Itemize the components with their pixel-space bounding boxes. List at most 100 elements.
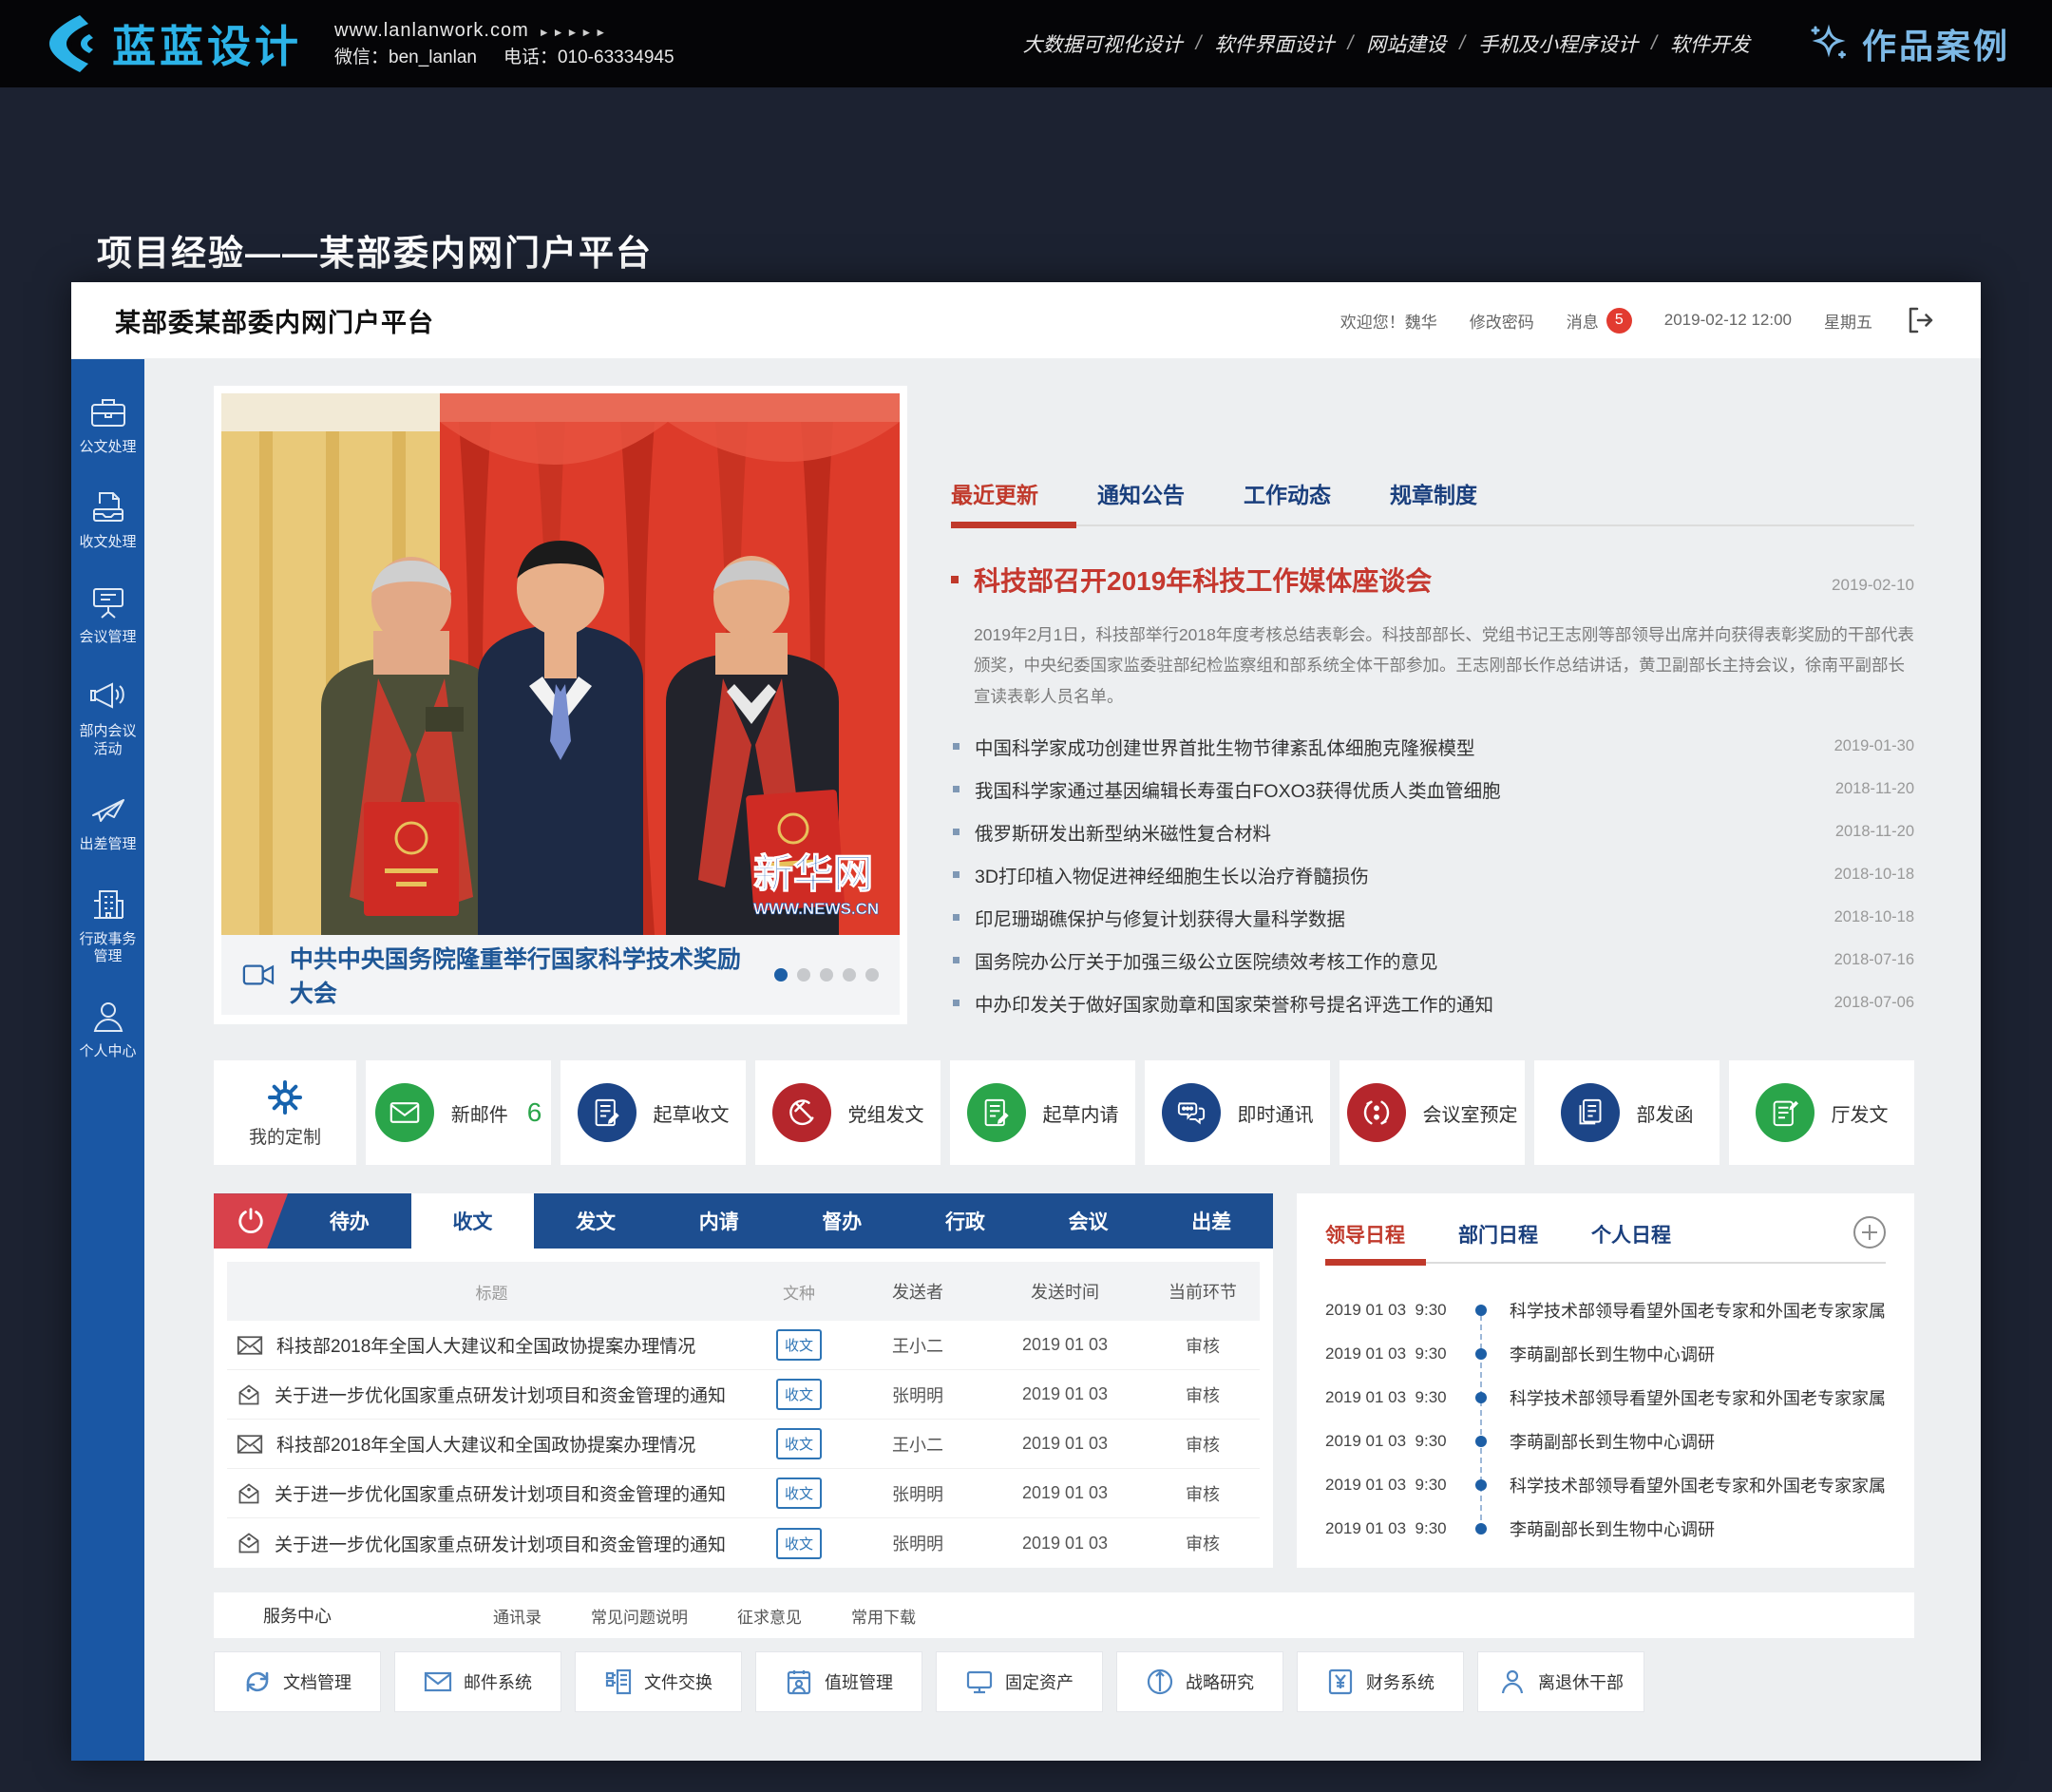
news-item-title[interactable]: 中办印发关于做好国家勋章和国家荣誉称号提名评选工作的通知 [975,989,1493,1017]
app-file-exchange[interactable]: 文件交换 [575,1651,742,1712]
carousel-dot[interactable] [820,968,833,982]
worktable-tab-supervision[interactable]: 督办 [781,1193,904,1249]
row-title[interactable]: 关于进一步优化国家重点研发计划项目和资金管理的通知 [275,1531,726,1556]
news-list-item[interactable]: 国务院办公厅关于加强三级公立医院绩效考核工作的意见 2018-07-16 [951,939,1914,982]
news-item-title[interactable]: 印尼珊瑚礁保护与修复计划获得大量科学数据 [975,904,1345,931]
nav-item-software-ui[interactable]: 软件界面设计 [1214,29,1334,58]
schedule-text[interactable]: 李萌副部长到生物中心调研 [1510,1429,1715,1454]
logout-icon[interactable] [1905,304,1937,336]
schedule-text[interactable]: 科学技术部领导看望外国老专家和外国老专家家属 [1510,1298,1886,1323]
worktable-row[interactable]: 关于进一步优化国家重点研发计划项目和资金管理的通知 收文 张明明 2019 01… [227,1370,1260,1420]
sidebar-item-internal-meetings[interactable]: 部内会议活动 [71,677,144,759]
news-list-item[interactable]: 印尼珊瑚礁保护与修复计划获得大量科学数据 2018-10-18 [951,896,1914,939]
sidebar-item-incoming-processing[interactable]: 收文处理 [71,488,144,552]
row-title[interactable]: 关于进一步优化国家重点研发计划项目和资金管理的通知 [275,1480,726,1506]
schedule-item[interactable]: 2019 01 03 9:30 李萌副部长到生物中心调研 [1325,1507,1886,1551]
carousel-dot[interactable] [797,968,810,982]
sidebar-item-admin-affairs[interactable]: 行政事务管理 [71,886,144,967]
nav-item-bigdata[interactable]: 大数据可视化设计 [1023,29,1183,58]
app-fixed-assets[interactable]: 固定资产 [936,1651,1103,1712]
app-finance-system[interactable]: 财务系统 [1297,1651,1464,1712]
portfolio-link[interactable]: 作品案例 [1807,19,2010,68]
link-feedback[interactable]: 征求意见 [737,1604,802,1628]
news-list-item[interactable]: 3D打印植入物促进神经细胞生长以治疗脊髓损伤 2018-10-18 [951,853,1914,896]
schedule-text[interactable]: 李萌副部长到生物中心调研 [1510,1342,1715,1366]
site-logo[interactable]: 蓝蓝设计 [42,12,302,75]
featured-article[interactable]: 科技部召开2019年科技工作媒体座谈会 2019-02-10 [951,561,1914,599]
news-item-title[interactable]: 我国科学家通过基因编辑长寿蛋白FOXO3获得优质人类血管细胞 [975,775,1501,803]
quick-action-draft-incoming[interactable]: 起草收文 [560,1060,746,1165]
tab-personal-schedule[interactable]: 个人日程 [1591,1220,1671,1249]
site-url[interactable]: www.lanlanwork.com [334,20,529,41]
quick-action-meeting-room-booking[interactable]: 会议室预定 [1340,1060,1525,1165]
app-retired-cadres[interactable]: 离退休干部 [1477,1651,1644,1712]
row-title[interactable]: 关于进一步优化国家重点研发计划项目和资金管理的通知 [275,1382,726,1407]
link-faq[interactable]: 常见问题说明 [591,1604,688,1628]
messages-link[interactable]: 消息 5 [1567,308,1632,334]
worktable-tab-admin[interactable]: 行政 [903,1193,1027,1249]
worktable-row[interactable]: 关于进一步优化国家重点研发计划项目和资金管理的通知 收文 张明明 2019 01… [227,1518,1260,1568]
sidebar-item-document-processing[interactable]: 公文处理 [71,393,144,457]
carousel-caption[interactable]: 中共中央国务院隆重举行国家科学技术奖励大会 [290,941,759,1009]
hero-photo[interactable]: 新华网 WWW.NEWS.CN [221,393,900,935]
schedule-text[interactable]: 李萌副部长到生物中心调研 [1510,1516,1715,1541]
row-title[interactable]: 科技部2018年全国人大建议和全国政协提案办理情况 [276,1332,695,1358]
news-item-title[interactable]: 俄罗斯研发出新型纳米磁性复合材料 [975,818,1271,846]
tab-leader-schedule[interactable]: 领导日程 [1325,1220,1405,1249]
change-password-link[interactable]: 修改密码 [1470,309,1534,333]
featured-article-title[interactable]: 科技部召开2019年科技工作媒体座谈会 [974,561,1432,599]
worktable-row[interactable]: 科技部2018年全国人大建议和全国政协提案办理情况 收文 王小二 2019 01… [227,1420,1260,1469]
carousel-dot[interactable] [843,968,856,982]
worktable-row[interactable]: 科技部2018年全国人大建议和全国政协提案办理情况 收文 王小二 2019 01… [227,1321,1260,1370]
add-schedule-button[interactable] [1853,1216,1886,1249]
app-duty-management[interactable]: 值班管理 [755,1651,922,1712]
sidebar-item-meeting-management[interactable]: 会议管理 [71,583,144,647]
tab-notices[interactable]: 通知公告 [1097,477,1185,509]
sidebar-item-personal-center[interactable]: 个人中心 [71,998,144,1061]
news-item-title[interactable]: 国务院办公厅关于加强三级公立医院绩效考核工作的意见 [975,946,1438,974]
news-list-item[interactable]: 俄罗斯研发出新型纳米磁性复合材料 2018-11-20 [951,810,1914,853]
worktable-tab-internal[interactable]: 内请 [657,1193,781,1249]
quick-action-instant-messaging[interactable]: 即时通讯 [1145,1060,1330,1165]
worktable-tab-trip[interactable]: 出差 [1150,1193,1273,1249]
news-item-title[interactable]: 3D打印植入物促进神经细胞生长以治疗脊髓损伤 [975,861,1369,888]
nav-item-website[interactable]: 网站建设 [1366,29,1446,58]
schedule-item[interactable]: 2019 01 03 9:30 李萌副部长到生物中心调研 [1325,1420,1886,1463]
link-downloads[interactable]: 常用下载 [851,1604,916,1628]
news-list-item[interactable]: 中国科学家成功创建世界首批生物节律紊乱体细胞克隆猴模型 2019-01-30 [951,725,1914,768]
row-title[interactable]: 科技部2018年全国人大建议和全国政协提案办理情况 [276,1431,695,1457]
tab-regulations[interactable]: 规章制度 [1390,477,1477,509]
sidebar-item-business-trip[interactable]: 出差管理 [71,791,144,854]
nav-item-mobile[interactable]: 手机及小程序设计 [1478,29,1638,58]
quick-action-draft-internal[interactable]: 起草内请 [950,1060,1135,1165]
app-document-management[interactable]: 文档管理 [214,1651,381,1712]
schedule-text[interactable]: 科学技术部领导看望外国老专家和外国老专家家属 [1510,1473,1886,1497]
app-mail-system[interactable]: 邮件系统 [394,1651,561,1712]
schedule-item[interactable]: 2019 01 03 9:30 科学技术部领导看望外国老专家和外国老专家家属 [1325,1288,1886,1332]
carousel-dot[interactable] [865,968,879,982]
news-list-item[interactable]: 我国科学家通过基因编辑长寿蛋白FOXO3获得优质人类血管细胞 2018-11-2… [951,768,1914,810]
worktable-tab-outgoing[interactable]: 发文 [534,1193,657,1249]
schedule-item[interactable]: 2019 01 03 9:30 科学技术部领导看望外国老专家和外国老专家家属 [1325,1376,1886,1420]
tab-recent-updates[interactable]: 最近更新 [951,477,1038,509]
schedule-item[interactable]: 2019 01 03 9:30 李萌副部长到生物中心调研 [1325,1332,1886,1376]
quick-action-new-mail[interactable]: 新邮件 6 [366,1060,551,1165]
quick-action-my-custom[interactable]: 我的定制 [214,1060,356,1165]
worktable-row[interactable]: 关于进一步优化国家重点研发计划项目和资金管理的通知 收文 张明明 2019 01… [227,1469,1260,1518]
worktable-tab-incoming[interactable]: 收文 [411,1193,535,1249]
worktable-tab-todo[interactable]: 待办 [288,1193,411,1249]
news-list-item[interactable]: 中办印发关于做好国家勋章和国家荣誉称号提名评选工作的通知 2018-07-06 [951,982,1914,1024]
nav-item-dev[interactable]: 软件开发 [1670,29,1750,58]
quick-action-office-outgoing[interactable]: 厅发文 [1729,1060,1914,1165]
app-strategic-research[interactable]: 战略研究 [1116,1651,1283,1712]
quick-action-party-outgoing[interactable]: 党组发文 [755,1060,940,1165]
schedule-text[interactable]: 科学技术部领导看望外国老专家和外国老专家家属 [1510,1385,1886,1410]
tab-department-schedule[interactable]: 部门日程 [1458,1220,1538,1249]
link-contacts[interactable]: 通讯录 [493,1604,542,1628]
tab-work-trends[interactable]: 工作动态 [1244,477,1331,509]
carousel-dot-active[interactable] [774,968,788,982]
quick-action-ministry-letter[interactable]: 部发函 [1534,1060,1720,1165]
worktable-tab-meeting[interactable]: 会议 [1027,1193,1150,1249]
news-item-title[interactable]: 中国科学家成功创建世界首批生物节律紊乱体细胞克隆猴模型 [975,733,1475,760]
schedule-item[interactable]: 2019 01 03 9:30 科学技术部领导看望外国老专家和外国老专家家属 [1325,1463,1886,1507]
